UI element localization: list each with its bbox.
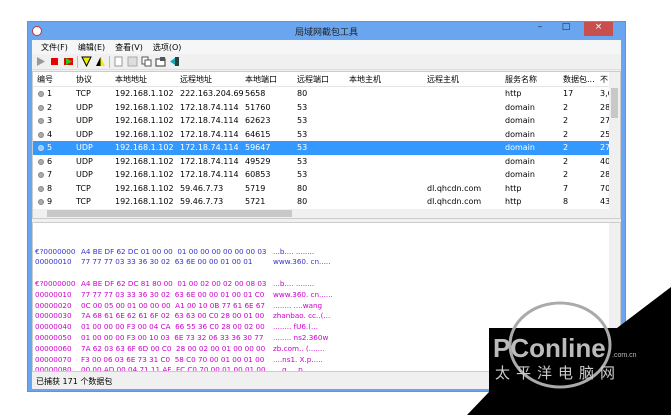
pconline-watermark: PConline .com.cn 太平洋电脑网: [467, 287, 671, 415]
svg-text:.com.cn: .com.cn: [612, 352, 637, 359]
svg-text:PConline: PConline: [493, 333, 606, 363]
svg-text:太平洋电脑网: 太平洋电脑网: [495, 364, 621, 382]
